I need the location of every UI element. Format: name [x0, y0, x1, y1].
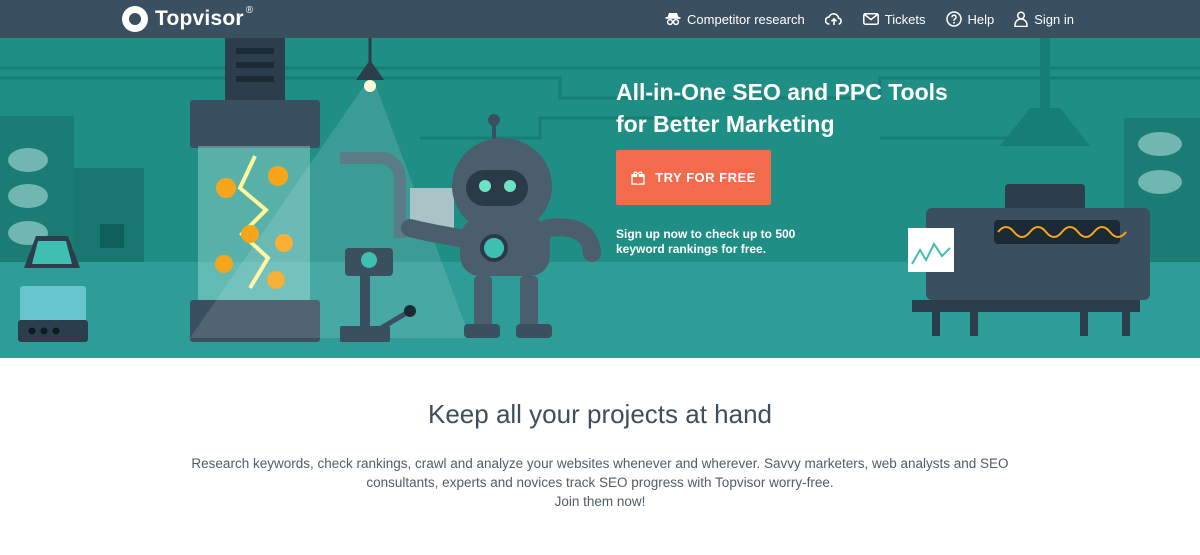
cloud-upload-icon: [824, 13, 842, 25]
hero-title-line-1: All-in-One SEO and PPC Tools: [616, 79, 948, 105]
nav-help[interactable]: Help: [945, 11, 995, 27]
hero-subtext-line-1: Sign up now to check up to 500: [616, 227, 796, 241]
try-for-free-label: TRY FOR FREE: [655, 170, 756, 185]
nav-cloud-upload[interactable]: [824, 12, 843, 26]
question-circle-icon: [945, 11, 962, 27]
section-title: Keep all your projects at hand: [428, 399, 772, 429]
nav-tickets[interactable]: Tickets: [862, 11, 926, 27]
section-description: Research keywords, check rankings, crawl…: [190, 454, 1010, 511]
section-text-line-1: Research keywords, check rankings, crawl…: [191, 456, 1009, 471]
hero-subtext-line-2: keyword rankings for free.: [616, 242, 767, 256]
logo-mark-icon: [122, 6, 148, 32]
hero-illustration: [0, 38, 1200, 342]
section-text-line-3: Join them now!: [554, 494, 646, 509]
top-navigation-bar: Topvisor ® Competitor research Tickets H…: [0, 0, 1200, 38]
gift-icon: [631, 171, 645, 185]
nav-tickets-label: Tickets: [884, 11, 926, 27]
nav-sign-in[interactable]: Sign in: [1014, 11, 1074, 27]
envelope-icon: [862, 13, 879, 25]
registered-mark: ®: [245, 4, 254, 16]
topvisor-logo[interactable]: Topvisor ®: [122, 5, 253, 33]
spy-icon: [665, 13, 681, 26]
nav-help-label: Help: [967, 11, 995, 27]
hero-heading: All-in-One SEO and PPC Tools for Better …: [616, 76, 976, 140]
hero-banner: All-in-One SEO and PPC Tools for Better …: [0, 38, 1200, 358]
left-cabinets: [0, 116, 144, 262]
nav-competitor-research-label: Competitor research: [687, 11, 805, 27]
hero-title-line-2: for Better Marketing: [616, 111, 835, 137]
brand-name: Topvisor: [155, 7, 244, 30]
header-nav: Competitor research Tickets Help Sign in: [665, 0, 1074, 38]
try-for-free-button[interactable]: TRY FOR FREE: [616, 150, 771, 205]
hero-title: All-in-One SEO and PPC Tools for Better …: [616, 76, 976, 140]
hero-subtext: Sign up now to check up to 500 keyword r…: [616, 227, 806, 257]
section-text-line-2: consultants, experts and novices track S…: [366, 475, 834, 490]
user-icon: [1014, 11, 1028, 27]
nav-sign-in-label: Sign in: [1034, 11, 1074, 27]
nav-competitor-research[interactable]: Competitor research: [665, 12, 805, 27]
